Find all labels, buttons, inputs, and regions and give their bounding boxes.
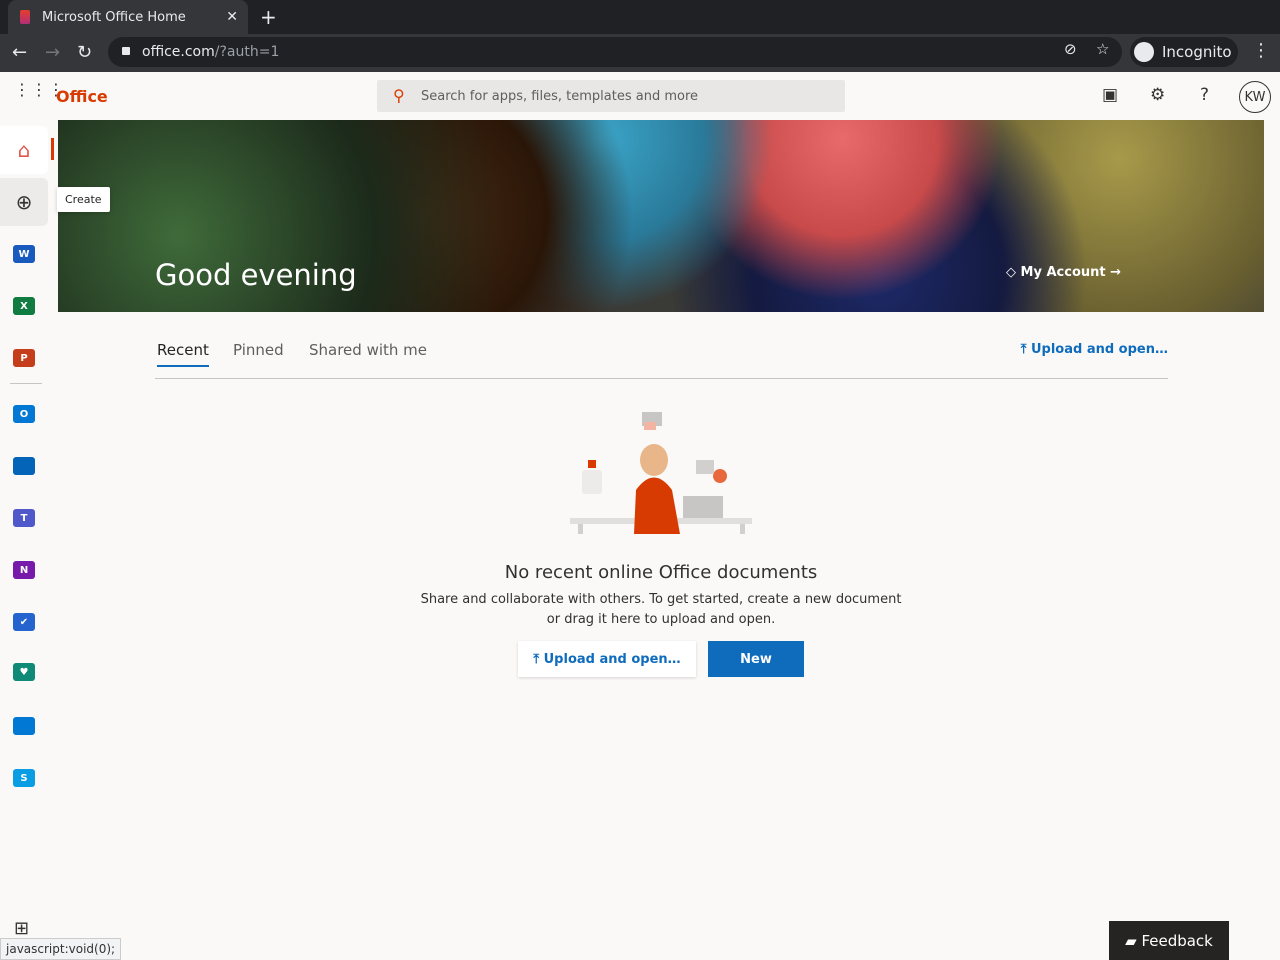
upload-button-label: Upload and open… [543,651,681,667]
office-brand[interactable]: Office [56,87,108,106]
skype-icon: S [13,769,35,787]
reload-button[interactable]: ↻ [77,42,92,63]
address-bar[interactable]: office.com/?auth=1 [108,37,1122,67]
document-tabs: Recent Pinned Shared with me ⤒ Upload an… [155,336,1168,379]
create-tooltip: Create [57,187,110,212]
browser-menu-icon[interactable]: ⋮ [1252,40,1270,61]
onedrive-icon [13,457,35,475]
incognito-badge[interactable]: Incognito [1130,37,1238,67]
new-button[interactable]: New [708,641,804,677]
bookmark-star-icon[interactable]: ☆ [1096,40,1109,58]
my-account-label: My Account [1020,265,1106,280]
active-indicator [51,138,54,160]
arrow-right-icon: → [1105,265,1122,280]
rail-app-teams[interactable]: T [0,494,48,542]
incognito-icon [1134,42,1154,62]
rail-divider [10,383,42,384]
upload-open-label: Upload and open… [1030,342,1168,357]
close-tab-icon[interactable]: ✕ [226,9,238,25]
search-placeholder: Search for apps, files, templates and mo… [421,88,698,104]
url-host: office.com [142,44,215,60]
my-account-link[interactable]: ◇ My Account → [1006,265,1121,280]
feedback-button[interactable]: ▰ Feedback [1109,921,1229,960]
empty-state-description: Share and collaborate with others. To ge… [420,592,902,627]
upload-open-link[interactable]: ⤒ Upload and open… [1021,342,1168,357]
empty-state-title: No recent online Office documents [504,562,818,583]
browser-tab[interactable]: Microsoft Office Home ✕ [8,0,248,34]
scrollbar[interactable] [1264,120,1280,960]
browser-toolbar: ← → ↻ office.com/?auth=1 ⊘ ☆ Incognito ⋮ [0,34,1280,72]
add-apps-icon[interactable]: ⊞ [14,918,29,939]
back-button[interactable]: ← [12,42,27,63]
upload-icon: ⤒ [1020,342,1031,357]
rail-home[interactable]: ⌂ [0,126,54,174]
hero-banner: Good evening ◇ My Account → [58,120,1264,312]
excel-icon: X [13,297,35,315]
url-path: /?auth=1 [214,44,280,60]
home-icon: ⌂ [17,138,31,162]
tab-title: Microsoft Office Home [42,9,186,25]
powerpoint-icon: P [13,349,35,367]
settings-gear-icon[interactable]: ⚙ [1150,85,1165,105]
new-tab-button[interactable]: + [260,5,277,29]
rail-app-onedrive[interactable] [0,442,48,490]
tab-pinned[interactable]: Pinned [233,341,284,359]
rail-app-skype[interactable]: S [0,754,48,802]
incognito-label: Incognito [1162,43,1232,61]
create-plus-icon: ⊕ [15,190,33,214]
rail-app-word[interactable]: W [0,230,48,278]
feedback-label: Feedback [1141,931,1213,950]
rail-create[interactable]: ⊕ [0,178,48,226]
avatar[interactable]: KW [1239,81,1271,113]
rail-app-family-safety[interactable]: ♥ [0,648,48,696]
upload-icon: ⤒ [533,651,544,667]
diamond-icon: ◇ [1006,265,1021,280]
family-safety-icon: ♥ [13,663,35,681]
lock-icon [122,47,130,55]
forward-button[interactable]: → [45,42,60,63]
feedback-icon: ▰ [1125,931,1142,950]
outlook-icon: O [13,405,35,423]
empty-state-illustration [570,412,752,534]
tab-recent[interactable]: Recent [157,341,209,367]
greeting: Good evening [155,258,357,292]
tracking-blocked-icon[interactable]: ⊘ [1064,40,1077,58]
rail-app-to-do[interactable]: ✔ [0,598,48,646]
teams-icon: T [13,509,35,527]
rail-app-powerpoint[interactable]: P [0,334,48,382]
calendar-icon [13,717,35,735]
word-icon: W [13,245,35,263]
tab-shared-with-me[interactable]: Shared with me [309,341,427,359]
search-input[interactable]: ⚲ Search for apps, files, templates and m… [377,80,845,112]
rail-app-calendar[interactable] [0,702,48,750]
browser-tabbar: Microsoft Office Home ✕ + [0,0,1280,34]
to-do-icon: ✔ [13,613,35,631]
office-header: ⋮⋮⋮ Office ⚲ Search for apps, files, temp… [0,72,1280,120]
help-icon[interactable]: ? [1200,85,1209,105]
rail-app-excel[interactable]: X [0,282,48,330]
meet-now-icon[interactable]: ▣ [1102,85,1118,105]
upload-open-button[interactable]: ⤒ Upload and open… [518,641,696,677]
search-icon: ⚲ [393,86,405,105]
rail-app-outlook[interactable]: O [0,390,48,438]
status-bar-url: javascript:void(0); [0,938,122,960]
office-favicon-icon [20,10,30,24]
